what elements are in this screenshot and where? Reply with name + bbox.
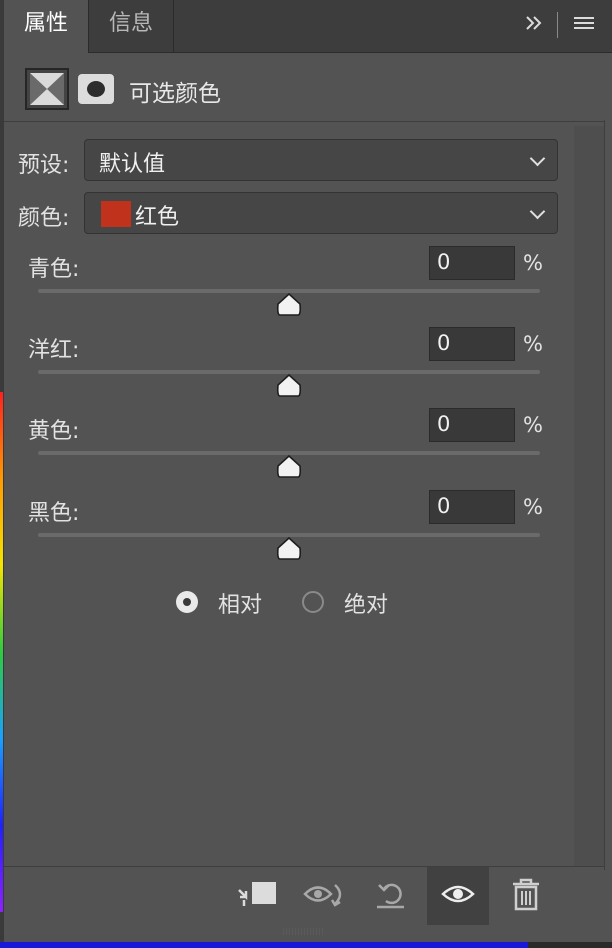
- view-previous-state-icon[interactable]: [303, 879, 349, 915]
- magenta-label: 洋红:: [28, 338, 80, 363]
- color-label: 颜色:: [18, 206, 70, 231]
- preset-dropdown[interactable]: 默认值: [84, 139, 558, 181]
- visibility-eye-icon[interactable]: [440, 880, 476, 912]
- bottom-edge-dark: [528, 942, 612, 948]
- adjustment-layer-icon[interactable]: [25, 68, 69, 110]
- layer-mask-icon[interactable]: [78, 74, 114, 104]
- trash-icon[interactable]: [511, 878, 541, 916]
- color-value: 红色: [135, 205, 180, 230]
- collapse-double-chevron-icon[interactable]: [523, 12, 545, 40]
- cyan-percent: %: [523, 251, 543, 275]
- header-divider: [557, 12, 558, 38]
- bottom-edge-bar: [0, 942, 528, 948]
- yellow-percent: %: [523, 413, 543, 437]
- relative-label[interactable]: 相对: [218, 587, 262, 619]
- title-divider: [4, 121, 604, 122]
- chevron-down-icon: [529, 150, 546, 167]
- black-percent: %: [523, 495, 543, 519]
- black-input[interactable]: 0: [429, 490, 515, 524]
- right-border: [604, 120, 605, 870]
- clip-to-layer-icon[interactable]: [236, 880, 278, 914]
- magenta-input[interactable]: 0: [429, 327, 515, 361]
- absolute-label[interactable]: 绝对: [344, 587, 388, 619]
- black-label: 黑色:: [28, 501, 80, 526]
- relative-radio[interactable]: [176, 591, 198, 613]
- preset-value: 默认值: [99, 152, 166, 177]
- magenta-slider-thumb[interactable]: [276, 373, 302, 402]
- magenta-percent: %: [523, 332, 543, 356]
- reset-icon[interactable]: [374, 877, 408, 915]
- tab-divider: [88, 0, 89, 52]
- cyan-input[interactable]: 0: [429, 246, 515, 280]
- color-dropdown[interactable]: 红色: [84, 192, 558, 234]
- cyan-label: 青色:: [28, 257, 80, 282]
- resize-grip[interactable]: [283, 928, 323, 935]
- tab-properties[interactable]: 属性: [4, 0, 88, 53]
- color-swatch: [101, 201, 131, 227]
- black-slider-thumb[interactable]: [276, 536, 302, 565]
- yellow-slider-thumb[interactable]: [276, 454, 302, 483]
- tab-info[interactable]: 信息: [89, 0, 174, 52]
- preset-label: 预设:: [18, 153, 70, 178]
- yellow-input[interactable]: 0: [429, 408, 515, 442]
- yellow-label: 黄色:: [28, 419, 80, 444]
- chevron-down-icon: [529, 203, 546, 220]
- scrollbar-track[interactable]: [574, 126, 604, 866]
- color-spectrum-edge: [0, 392, 3, 912]
- cyan-slider-thumb[interactable]: [276, 292, 302, 321]
- panel-menu-icon[interactable]: [572, 12, 596, 40]
- absolute-radio[interactable]: [302, 591, 324, 613]
- panel-title: 可选颜色: [129, 81, 221, 107]
